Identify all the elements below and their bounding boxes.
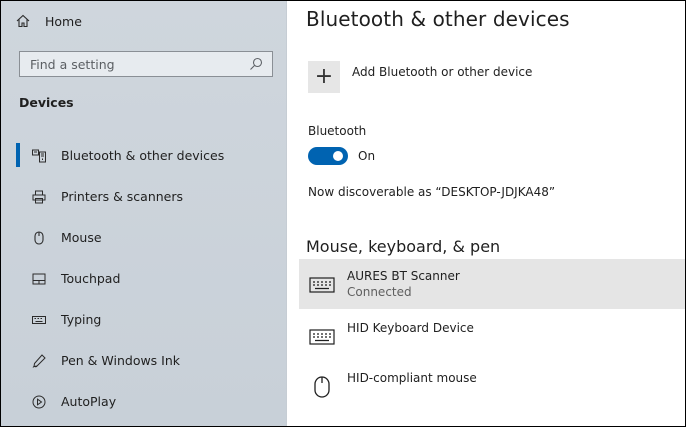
plus-icon: + [308,61,340,93]
home-icon [15,13,31,29]
home-label: Home [45,13,82,29]
sidebar-item-mouse[interactable]: Mouse [1,217,287,258]
device-text: HID Keyboard Device [347,321,474,336]
sidebar-item-label: Touchpad [61,271,121,286]
sidebar-item-label: Printers & scanners [61,189,184,204]
main-content: Bluetooth & other devices + Add Bluetoot… [288,1,685,426]
device-name: AURES BT Scanner [347,269,460,283]
bluetooth-devices-icon [31,148,47,164]
search-icon[interactable] [248,56,264,72]
mouse-icon [309,376,335,398]
device-status: Connected [347,285,412,299]
settings-window: Home Devices Bluetooth & other devices [0,0,686,427]
autoplay-icon [31,394,47,410]
sidebar-item-printers[interactable]: Printers & scanners [1,176,287,217]
section-title-mouse-keyboard-pen: Mouse, keyboard, & pen [306,237,501,256]
device-name: HID-compliant mouse [347,371,477,385]
sidebar-item-bluetooth[interactable]: Bluetooth & other devices [1,135,287,176]
mouse-icon [31,230,47,246]
keyboard-icon [309,274,335,296]
device-text: AURES BT Scanner Connected [347,269,460,301]
bluetooth-toggle[interactable] [308,147,348,165]
device-item-hid-mouse[interactable]: HID-compliant mouse [299,361,685,411]
keyboard-icon [31,312,47,328]
bluetooth-label: Bluetooth [308,124,367,138]
sidebar: Home Devices Bluetooth & other devices [1,1,287,426]
add-device-button[interactable]: + Add Bluetooth or other device [308,61,532,93]
touchpad-icon [31,271,47,287]
printer-icon [31,189,47,205]
search-box[interactable] [19,51,273,77]
device-text: HID-compliant mouse [347,371,477,386]
sidebar-item-label: Mouse [61,230,102,245]
sidebar-item-label: Bluetooth & other devices [61,148,225,163]
search-input[interactable] [30,56,240,72]
home-link[interactable]: Home [15,9,82,33]
bluetooth-toggle-row: On [308,147,375,165]
sidebar-item-label: Typing [61,312,102,327]
add-device-label: Add Bluetooth or other device [352,65,533,79]
sidebar-item-autoplay[interactable]: AutoPlay [1,381,287,422]
sidebar-item-label: Pen & Windows Ink [61,353,181,368]
discoverable-text: Now discoverable as “DESKTOP-JDJKA48” [308,185,556,199]
page-title: Bluetooth & other devices [306,7,570,31]
sidebar-item-pen[interactable]: Pen & Windows Ink [1,340,287,381]
pen-icon [31,353,47,369]
device-name: HID Keyboard Device [347,321,474,335]
sidebar-nav: Bluetooth & other devices Printers & sca… [1,135,287,422]
device-item-aures-bt-scanner[interactable]: AURES BT Scanner Connected [299,259,685,309]
sidebar-item-typing[interactable]: Typing [1,299,287,340]
bluetooth-toggle-state: On [358,149,376,163]
sidebar-item-touchpad[interactable]: Touchpad [1,258,287,299]
sidebar-item-label: AutoPlay [61,394,117,409]
device-item-hid-keyboard[interactable]: HID Keyboard Device [299,311,685,357]
section-title-devices: Devices [19,95,74,110]
keyboard-icon [309,326,335,348]
